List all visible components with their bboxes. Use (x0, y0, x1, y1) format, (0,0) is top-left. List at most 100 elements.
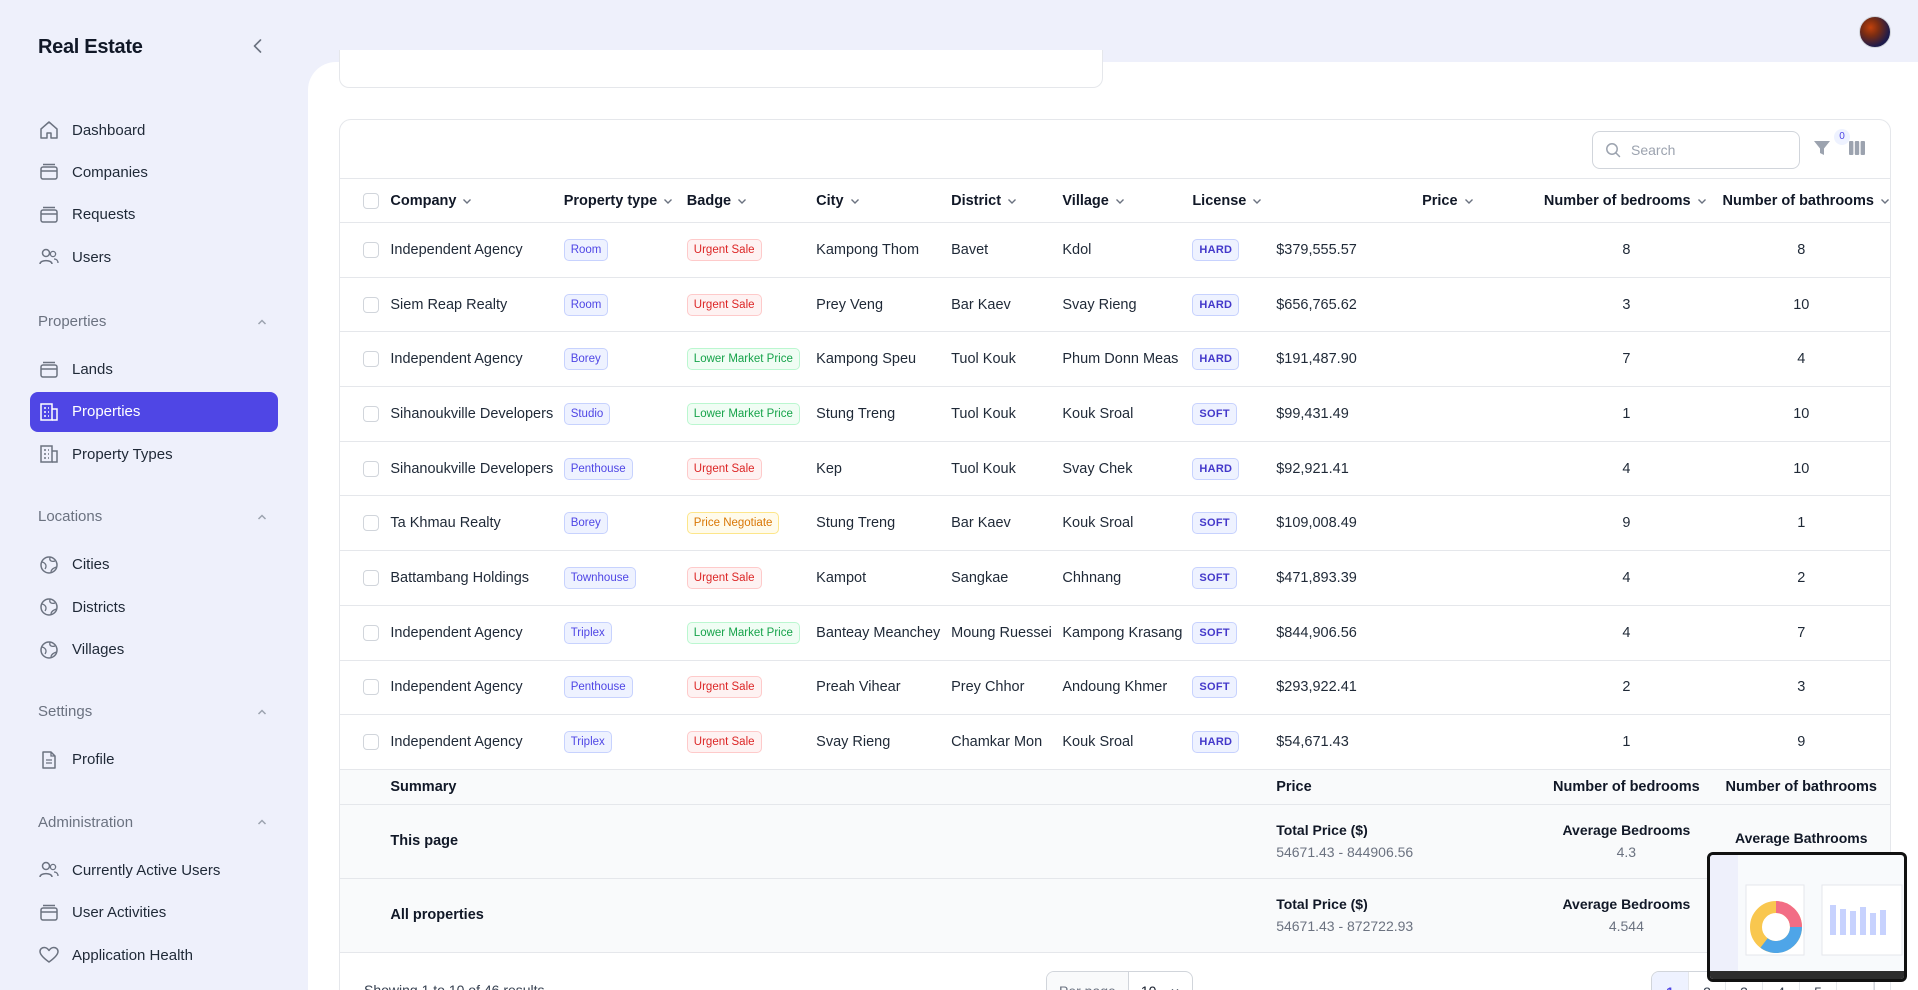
property-type-cell: Townhouse (563, 550, 687, 606)
property-type-cell: Triplex (563, 605, 687, 661)
column-header-number-of-bathrooms[interactable]: Number of bathrooms (1712, 178, 1890, 223)
row-checkbox[interactable] (363, 460, 379, 477)
village-cell: Kdol (1062, 222, 1193, 278)
summary-row-label: All properties (390, 878, 564, 953)
table-row[interactable]: Independent Agency Room Urgent Sale Kampong… (340, 222, 1890, 278)
globe-icon (40, 640, 58, 659)
sidebar-item-lands[interactable]: Lands (30, 350, 278, 390)
district-cell: Tuol Kouk (951, 386, 1063, 442)
screenshot-preview-thumbnail[interactable] (1707, 852, 1907, 982)
building-icon (38, 443, 60, 465)
sidebar-group-settings[interactable]: Settings (30, 698, 278, 726)
column-header-badge[interactable]: Badge (686, 178, 817, 223)
bedrooms-cell: 4 (1540, 441, 1713, 497)
price-cell: $54,671.43 (1276, 714, 1423, 770)
table-row[interactable]: Independent Agency Borey Lower Market Pric… (340, 331, 1890, 388)
bathrooms-cell: 1 (1712, 495, 1890, 552)
per-page-value[interactable]: 10 (1129, 983, 1193, 990)
village-cell: Andoung Khmer (1062, 660, 1193, 716)
row-select-cell (340, 277, 391, 333)
village-cell: Svay Chek (1062, 441, 1193, 497)
row-checkbox[interactable] (363, 351, 379, 368)
table-row[interactable]: Ta Khmau Realty Borey Price Negotiate Stung… (340, 495, 1890, 552)
table-row[interactable]: Independent Agency Triplex Lower Market Pr… (340, 605, 1890, 661)
city-cell: Kep (816, 441, 952, 497)
sidebar-item-property-types[interactable]: Property Types (30, 434, 278, 474)
columns-toggle-button[interactable] (1847, 138, 1869, 160)
column-header-company[interactable]: Company (390, 178, 564, 223)
sidebar-group-administration[interactable]: Administration (30, 808, 278, 836)
sidebar-item-application-health[interactable]: Application Health (30, 935, 278, 975)
sidebar-group-locations[interactable]: Locations (30, 503, 278, 531)
box-icon (38, 161, 60, 183)
summary-row-this-page: This page Total Price ($) 54671.43 - 84490… (340, 804, 1890, 879)
table-row[interactable]: Battambang Holdings Townhouse Urgent Sale K… (340, 550, 1890, 606)
sidebar-item-requests[interactable]: Requests (30, 195, 278, 235)
sort-chevron-icon (1697, 198, 1706, 204)
column-header-license[interactable]: License (1192, 178, 1277, 223)
row-checkbox[interactable] (363, 679, 379, 696)
sidebar-item-users[interactable]: Users (30, 237, 278, 277)
column-header-number-of-bedrooms[interactable]: Number of bedrooms (1540, 178, 1713, 223)
column-header-city[interactable]: City (816, 178, 952, 223)
table-row[interactable]: Independent Agency Triplex Urgent Sale Svay… (340, 714, 1890, 770)
sidebar-item-label: Dashboard (72, 121, 146, 139)
sidebar-item-user-activities[interactable]: User Activities (30, 893, 278, 933)
property-type-chip: Penthouse (563, 676, 633, 699)
property-type-cell: Triplex (563, 714, 687, 770)
per-page-select[interactable]: Per page 10 (1046, 971, 1194, 990)
summary-bedrooms-cell: Average Bedrooms 4.3 (1540, 804, 1713, 879)
price-cell: $191,487.90 (1276, 331, 1423, 388)
license-cell: SOFT (1192, 660, 1277, 716)
city-cell: Svay Rieng (816, 714, 952, 770)
collapse-sidebar-button[interactable] (248, 36, 268, 56)
column-header-price[interactable]: Price (1422, 178, 1541, 223)
row-checkbox[interactable] (363, 624, 379, 641)
sidebar-item-currently-active-users[interactable]: Currently Active Users (30, 850, 278, 890)
sidebar-item-cities[interactable]: Cities (30, 545, 278, 585)
page-button-1[interactable]: 1 (1652, 972, 1689, 990)
row-checkbox[interactable] (363, 569, 379, 586)
badge-cell: Urgent Sale (686, 222, 817, 278)
sidebar-item-properties[interactable]: Properties (30, 391, 278, 432)
license-chip: HARD (1192, 238, 1240, 261)
search-icon (1606, 143, 1621, 158)
sidebar-group-properties[interactable]: Properties (30, 308, 278, 336)
price-cell: $656,765.62 (1276, 277, 1423, 333)
table-row[interactable]: Sihanoukville Developers Penthouse Urgent … (340, 441, 1890, 497)
sidebar-item-companies[interactable]: Companies (30, 152, 278, 192)
search-box[interactable] (1592, 131, 1800, 169)
row-checkbox[interactable] (363, 296, 379, 313)
row-checkbox[interactable] (363, 515, 379, 532)
table-row[interactable]: Sihanoukville Developers Studio Lower Mark… (340, 386, 1890, 442)
row-checkbox[interactable] (363, 241, 379, 258)
building-icon (38, 401, 60, 423)
row-select-cell (340, 331, 391, 388)
user-avatar[interactable] (1859, 16, 1891, 48)
price-cell: $471,893.39 (1276, 550, 1423, 606)
table-row[interactable]: Siem Reap Realty Room Urgent Sale Prey Veng… (340, 277, 1890, 333)
sidebar-item-villages[interactable]: Villages (30, 630, 278, 670)
row-select-cell (340, 714, 391, 770)
company-cell: Battambang Holdings (390, 550, 564, 606)
filter-button[interactable] (1812, 138, 1834, 160)
column-header-village[interactable]: Village (1062, 178, 1193, 223)
search-input[interactable] (1631, 142, 1781, 158)
table-row[interactable]: Independent Agency Penthouse Urgent Sale Pr… (340, 660, 1890, 716)
row-checkbox[interactable] (363, 734, 379, 751)
sidebar-nav: Dashboard Companies Requests Users Propertie… (30, 110, 278, 977)
spacer-cell (1422, 277, 1541, 333)
row-select-cell (340, 605, 391, 661)
bedrooms-cell: 7 (1540, 331, 1713, 388)
bathrooms-cell: 8 (1712, 222, 1890, 278)
badge-chip: Lower Market Price (686, 402, 800, 425)
badge-cell: Lower Market Price (686, 605, 817, 661)
sidebar-item-dashboard[interactable]: Dashboard (30, 110, 278, 150)
row-checkbox[interactable] (363, 405, 379, 422)
sidebar-item-districts[interactable]: Districts (30, 587, 278, 627)
select-all-checkbox[interactable] (363, 192, 379, 209)
column-header-district[interactable]: District (951, 178, 1063, 223)
sidebar-item-profile[interactable]: Profile (30, 740, 278, 780)
badge-chip: Urgent Sale (686, 238, 762, 261)
column-header-property-type[interactable]: Property type (563, 178, 687, 223)
